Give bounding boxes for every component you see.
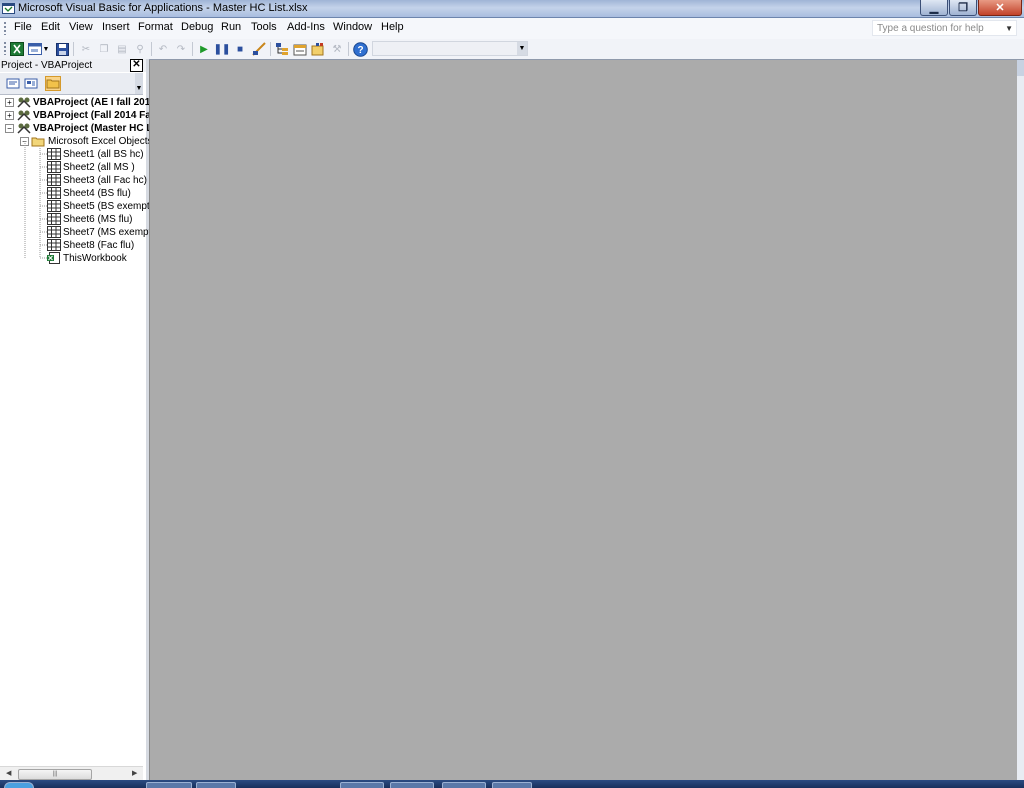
view-code-icon[interactable] [5,76,21,91]
toolbar-separator [192,42,193,56]
taskbar-button[interactable] [146,782,192,788]
scroll-thumb[interactable]: ||| [18,769,92,780]
object-browser-icon[interactable] [310,41,326,57]
tree-item-label: Sheet5 (BS exempt) [63,201,154,212]
tree-item-label: Sheet8 (Fac flu) [63,240,135,251]
chevron-down-icon[interactable]: ▼ [42,41,50,57]
design-mode-icon[interactable] [251,41,267,57]
menu-help[interactable]: Help [381,21,404,33]
view-object-icon[interactable] [23,76,39,91]
menu-insert[interactable]: Insert [102,21,130,33]
tree-item-label: Microsoft Excel Objects [48,136,153,147]
save-icon[interactable] [54,41,70,57]
close-icon[interactable]: ✕ [130,59,143,72]
toolbox-icon[interactable]: ⚒ [329,41,345,57]
menu-add-ins[interactable]: Add-Ins [287,21,325,33]
minimize-button[interactable]: ▁ [920,0,948,16]
right-edge-strip [1017,60,1024,788]
paste-icon[interactable]: ▤ [114,41,130,57]
project-explorer-toolbar: ▼ [0,73,143,95]
menu-tools[interactable]: Tools [251,21,277,33]
window-title: Microsoft Visual Basic for Applications … [18,2,308,14]
cut-icon[interactable]: ✂ [78,41,94,57]
menu-grip[interactable] [4,22,6,35]
run-icon[interactable]: ▶ [196,41,212,57]
menu-bar: File Edit View Insert Format Debug Run T… [0,18,1024,40]
menu-window[interactable]: Window [333,21,372,33]
toolbar-separator [73,42,74,56]
toolbar-separator [270,42,271,56]
insert-userform-icon[interactable] [27,41,43,57]
help-icon[interactable]: ? [352,41,368,57]
tree-item-label: Sheet7 (MS exempt) [63,227,155,238]
toolbar-separator [348,42,349,56]
taskbar-button[interactable] [442,782,486,788]
undo-icon[interactable]: ↶ [155,41,171,57]
chevron-down-icon[interactable]: ▼ [1005,21,1013,37]
find-icon[interactable]: ⚲ [132,41,148,57]
start-button[interactable] [4,782,34,788]
title-bar: Microsoft Visual Basic for Applications … [0,0,1024,18]
help-search-placeholder: Type a question for help [877,23,984,34]
taskbar-button[interactable] [492,782,532,788]
restore-button[interactable]: ❐ [949,0,977,16]
menu-view[interactable]: View [69,21,93,33]
view-excel-icon[interactable] [9,41,25,57]
project-explorer-icon[interactable] [274,41,290,57]
chevron-down-icon[interactable]: ▼ [517,42,527,55]
tree-item-label: Sheet6 (MS flu) [63,214,133,225]
mdi-workspace [149,60,1018,780]
chevron-down-icon[interactable]: ▼ [135,73,143,94]
toolbar-grip[interactable] [4,42,6,55]
svg-text:?: ? [357,45,363,56]
menu-format[interactable]: Format [138,21,173,33]
tree-connectors [24,141,47,259]
copy-icon[interactable]: ❐ [96,41,112,57]
toggle-folders-icon[interactable] [45,76,61,91]
standard-toolbar: ▼ ✂ ❐ ▤ ⚲ ↶ ↷ ▶ ❚❚ ■ ⚒ ? ▼ [0,39,1024,60]
taskbar-button[interactable] [196,782,236,788]
close-button[interactable]: ✕ [978,0,1022,16]
pane-title-text: Project - VBAProject [1,60,93,71]
menu-debug[interactable]: Debug [181,21,213,33]
menu-file[interactable]: File [14,21,32,33]
taskbar-button[interactable] [340,782,384,788]
break-icon[interactable]: ❚❚ [214,41,231,57]
scroll-right-icon[interactable]: ▶ [132,769,137,777]
menu-run[interactable]: Run [221,21,241,33]
reset-icon[interactable]: ■ [232,41,248,57]
taskbar [0,780,1024,788]
tree-item-label: Sheet3 (all Fac hc) [63,175,147,186]
redo-icon[interactable]: ↷ [173,41,189,57]
toolbar-separator [151,42,152,56]
tree-item-label: Sheet2 (all MS ) [63,162,135,173]
tree-item-label: Sheet4 (BS flu) [63,188,131,199]
right-edge-cap [1017,60,1024,76]
tree-item-label: ThisWorkbook [63,253,127,264]
project-explorer-title: Project - VBAProject ✕ [0,59,146,72]
tree-item-label: Sheet1 (all BS hc) [63,149,144,160]
menu-edit[interactable]: Edit [41,21,60,33]
scroll-left-icon[interactable]: ◀ [6,769,11,777]
toolbar-position-field: ▼ [372,41,528,56]
vba-app-icon [2,3,15,14]
properties-window-icon[interactable] [292,41,308,57]
taskbar-button[interactable] [390,782,434,788]
project-explorer: Project - VBAProject ✕ ▼ + VBAProject (A… [0,59,155,788]
horizontal-scrollbar[interactable]: ◀ ||| ▶ [0,766,143,781]
help-search-input[interactable]: Type a question for help ▼ [872,20,1017,36]
